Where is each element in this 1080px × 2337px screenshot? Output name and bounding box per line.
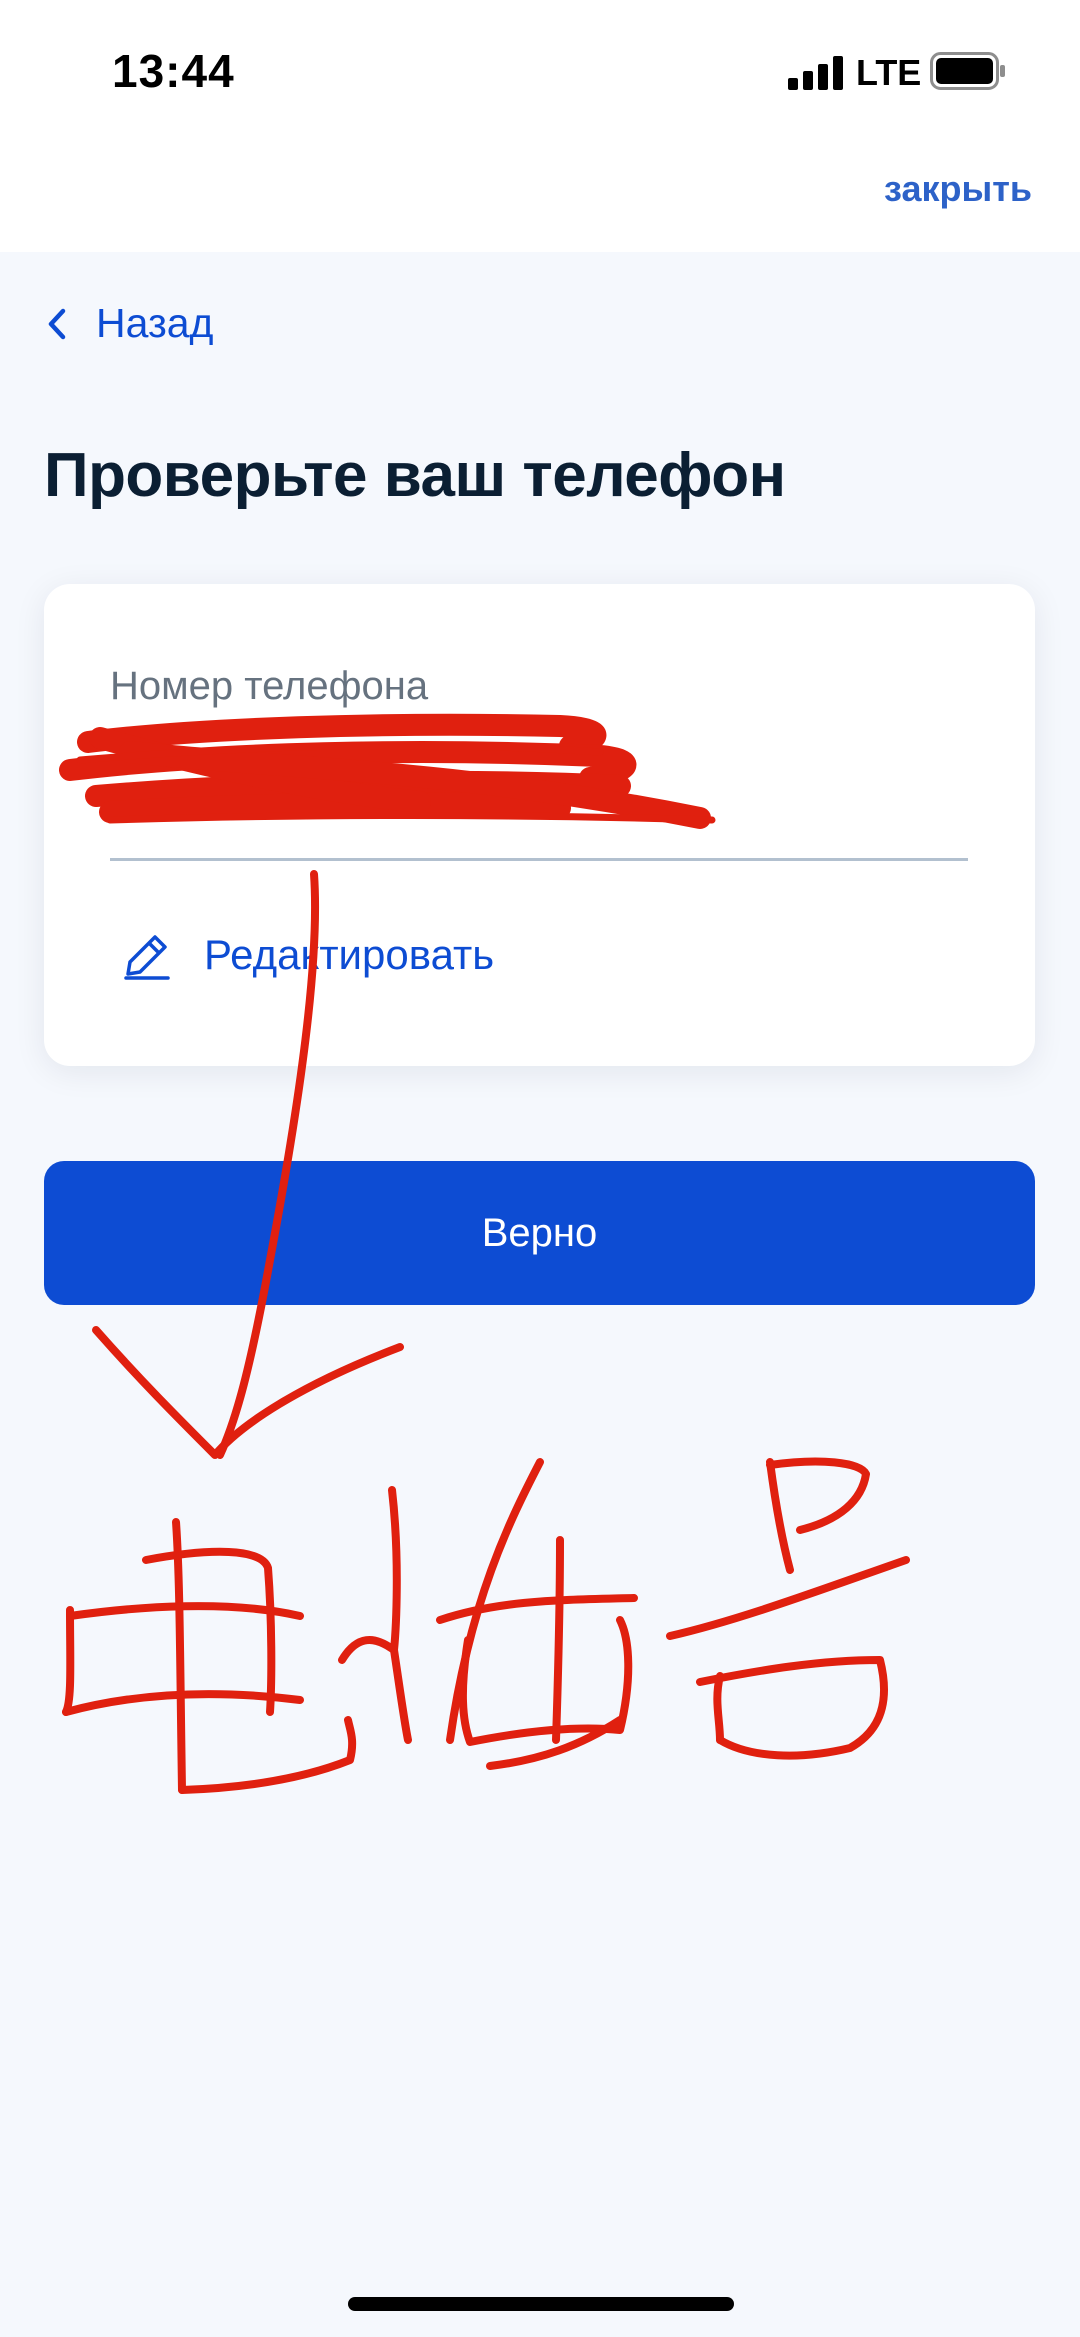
chevron-left-icon [48,308,66,339]
phone-field-label: Номер телефона [110,664,429,708]
field-underline [110,858,968,861]
top-bar: 13:44 LTE закрыть [0,0,1080,252]
edit-label: Редактировать [204,931,495,978]
confirm-button[interactable]: Верно [44,1161,1035,1305]
handwritten-characters [62,1457,910,1794]
pencil-icon [124,935,170,980]
close-button[interactable]: закрыть [884,168,1032,210]
status-bar: 13:44 LTE [0,0,1080,140]
back-label: Назад [96,300,214,346]
network-type: LTE [856,52,922,93]
battery-full-icon [930,52,1005,90]
page-title: Проверьте ваш телефон [44,441,786,510]
cellular-signal-icon [788,56,843,90]
phone-card: Номер телефона Редактировать [44,584,1035,1066]
home-indicator[interactable] [348,2297,734,2311]
back-button[interactable]: Назад [46,300,213,347]
phone-number-value [110,724,810,784]
status-time: 13:44 [112,45,235,97]
edit-phone-button[interactable]: Редактировать [122,930,494,980]
